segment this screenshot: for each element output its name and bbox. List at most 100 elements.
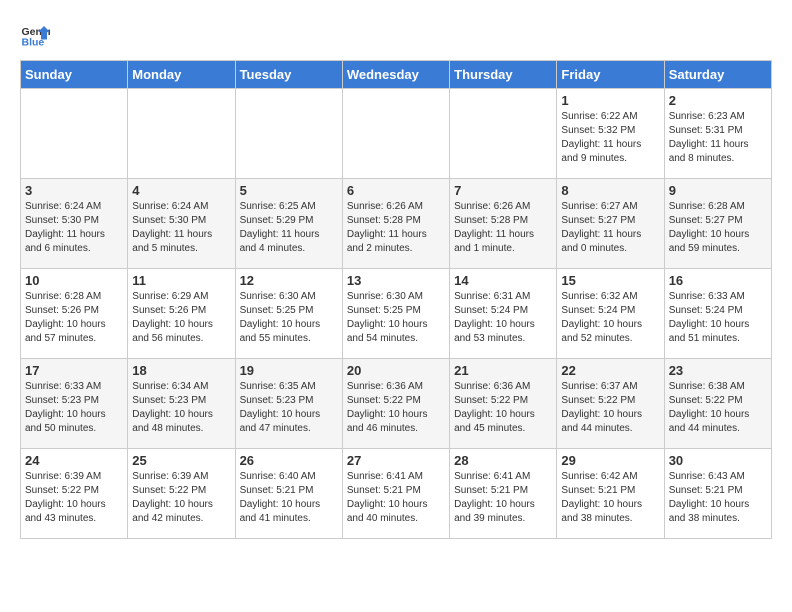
cell-details: Sunrise: 6:30 AM Sunset: 5:25 PM Dayligh… [240,290,338,346]
calendar-week-row: 17 Sunrise: 6:33 AM Sunset: 5:23 PM Dayli… [21,359,772,449]
cell-details: Sunrise: 6:23 AM Sunset: 5:31 PM Dayligh… [669,110,767,166]
day-number: 11 [132,273,230,288]
calendar-cell: 20Sunrise: 6:36 AM Sunset: 5:22 PM Dayli… [342,359,449,449]
calendar-cell: 8Sunrise: 6:27 AM Sunset: 5:27 PM Daylig… [557,179,664,269]
calendar-cell [450,89,557,179]
day-number: 17 [25,363,123,378]
header-friday: Friday [557,61,664,89]
day-number: 5 [240,183,338,198]
day-number: 29 [561,453,659,468]
calendar-cell: 28Sunrise: 6:41 AM Sunset: 5:21 PM Dayli… [450,449,557,539]
day-number: 22 [561,363,659,378]
calendar-week-row: 10 Sunrise: 6:28 AM Sunset: 5:26 PM Dayli… [21,269,772,359]
calendar-cell [235,89,342,179]
day-number: 1 [561,93,659,108]
calendar-cell: 17 Sunrise: 6:33 AM Sunset: 5:23 PM Dayli… [21,359,128,449]
header-wednesday: Wednesday [342,61,449,89]
cell-details: Sunrise: 6:31 AM Sunset: 5:24 PM Dayligh… [454,290,552,346]
cell-details: Sunrise: 6:40 AM Sunset: 5:21 PM Dayligh… [240,470,338,526]
header-saturday: Saturday [664,61,771,89]
cell-details: Sunrise: 6:28 AM Sunset: 5:26 PM Dayligh… [25,290,123,346]
svg-text:Blue: Blue [22,37,45,49]
calendar-cell: 29 Sunrise: 6:42 AM Sunset: 5:21 PM Dayli… [557,449,664,539]
calendar-cell: 27 Sunrise: 6:41 AM Sunset: 5:21 PM Dayli… [342,449,449,539]
calendar-cell: 23 Sunrise: 6:38 AM Sunset: 5:22 PM Dayli… [664,359,771,449]
cell-details: Sunrise: 6:34 AM Sunset: 5:23 PM Dayligh… [132,380,230,436]
logo: General Blue [20,20,50,50]
day-number: 23 [669,363,767,378]
calendar-cell: 14 Sunrise: 6:31 AM Sunset: 5:24 PM Dayli… [450,269,557,359]
calendar-cell: 10 Sunrise: 6:28 AM Sunset: 5:26 PM Dayli… [21,269,128,359]
calendar-cell: 1 Sunrise: 6:22 AM Sunset: 5:32 PM Daylig… [557,89,664,179]
day-number: 13 [347,273,445,288]
day-number: 26 [240,453,338,468]
cell-details: Sunrise: 6:33 AM Sunset: 5:23 PM Dayligh… [25,380,123,436]
day-number: 10 [25,273,123,288]
day-number: 12 [240,273,338,288]
cell-details: Sunrise: 6:26 AM Sunset: 5:28 PM Dayligh… [347,200,445,256]
cell-details: Sunrise: 6:32 AM Sunset: 5:24 PM Dayligh… [561,290,659,346]
cell-details: Sunrise: 6:33 AM Sunset: 5:24 PM Dayligh… [669,290,767,346]
calendar-cell [21,89,128,179]
calendar-cell: 12 Sunrise: 6:30 AM Sunset: 5:25 PM Dayli… [235,269,342,359]
day-number: 19 [240,363,338,378]
calendar-cell: 13 Sunrise: 6:30 AM Sunset: 5:25 PM Dayli… [342,269,449,359]
day-number: 30 [669,453,767,468]
day-number: 6 [347,183,445,198]
day-number: 16 [669,273,767,288]
day-number: 28 [454,453,552,468]
calendar-table: SundayMondayTuesdayWednesdayThursdayFrid… [20,60,772,539]
day-number: 4 [132,183,230,198]
day-number: 25 [132,453,230,468]
calendar-cell: 22Sunrise: 6:37 AM Sunset: 5:22 PM Dayli… [557,359,664,449]
day-number: 15 [561,273,659,288]
cell-details: Sunrise: 6:35 AM Sunset: 5:23 PM Dayligh… [240,380,338,436]
calendar-week-row: 3Sunrise: 6:24 AM Sunset: 5:30 PM Daylig… [21,179,772,269]
cell-details: Sunrise: 6:29 AM Sunset: 5:26 PM Dayligh… [132,290,230,346]
logo-icon: General Blue [20,20,50,50]
calendar-cell: 15 Sunrise: 6:32 AM Sunset: 5:24 PM Dayli… [557,269,664,359]
calendar-cell: 6 Sunrise: 6:26 AM Sunset: 5:28 PM Daylig… [342,179,449,269]
day-number: 20 [347,363,445,378]
calendar-cell: 25 Sunrise: 6:39 AM Sunset: 5:22 PM Dayli… [128,449,235,539]
calendar-cell [342,89,449,179]
cell-details: Sunrise: 6:39 AM Sunset: 5:22 PM Dayligh… [132,470,230,526]
cell-details: Sunrise: 6:27 AM Sunset: 5:27 PM Dayligh… [561,200,659,256]
calendar-cell: 18 Sunrise: 6:34 AM Sunset: 5:23 PM Dayli… [128,359,235,449]
day-number: 2 [669,93,767,108]
day-number: 21 [454,363,552,378]
calendar-cell: 11 Sunrise: 6:29 AM Sunset: 5:26 PM Dayli… [128,269,235,359]
day-number: 7 [454,183,552,198]
day-number: 27 [347,453,445,468]
calendar-cell: 9 Sunrise: 6:28 AM Sunset: 5:27 PM Daylig… [664,179,771,269]
header-sunday: Sunday [21,61,128,89]
header-tuesday: Tuesday [235,61,342,89]
calendar-cell: 24Sunrise: 6:39 AM Sunset: 5:22 PM Dayli… [21,449,128,539]
cell-details: Sunrise: 6:22 AM Sunset: 5:32 PM Dayligh… [561,110,659,166]
cell-details: Sunrise: 6:26 AM Sunset: 5:28 PM Dayligh… [454,200,552,256]
cell-details: Sunrise: 6:39 AM Sunset: 5:22 PM Dayligh… [25,470,123,526]
cell-details: Sunrise: 6:24 AM Sunset: 5:30 PM Dayligh… [132,200,230,256]
day-number: 14 [454,273,552,288]
cell-details: Sunrise: 6:30 AM Sunset: 5:25 PM Dayligh… [347,290,445,346]
page-header: General Blue [20,20,772,50]
calendar-week-row: 1 Sunrise: 6:22 AM Sunset: 5:32 PM Daylig… [21,89,772,179]
cell-details: Sunrise: 6:38 AM Sunset: 5:22 PM Dayligh… [669,380,767,436]
day-number: 9 [669,183,767,198]
calendar-cell: 3Sunrise: 6:24 AM Sunset: 5:30 PM Daylig… [21,179,128,269]
calendar-header-row: SundayMondayTuesdayWednesdayThursdayFrid… [21,61,772,89]
cell-details: Sunrise: 6:43 AM Sunset: 5:21 PM Dayligh… [669,470,767,526]
cell-details: Sunrise: 6:41 AM Sunset: 5:21 PM Dayligh… [347,470,445,526]
cell-details: Sunrise: 6:28 AM Sunset: 5:27 PM Dayligh… [669,200,767,256]
calendar-cell: 16 Sunrise: 6:33 AM Sunset: 5:24 PM Dayli… [664,269,771,359]
calendar-cell: 21 Sunrise: 6:36 AM Sunset: 5:22 PM Dayli… [450,359,557,449]
cell-details: Sunrise: 6:24 AM Sunset: 5:30 PM Dayligh… [25,200,123,256]
calendar-cell: 2 Sunrise: 6:23 AM Sunset: 5:31 PM Daylig… [664,89,771,179]
cell-details: Sunrise: 6:42 AM Sunset: 5:21 PM Dayligh… [561,470,659,526]
calendar-cell: 26 Sunrise: 6:40 AM Sunset: 5:21 PM Dayli… [235,449,342,539]
cell-details: Sunrise: 6:36 AM Sunset: 5:22 PM Dayligh… [454,380,552,436]
day-number: 18 [132,363,230,378]
calendar-cell: 19 Sunrise: 6:35 AM Sunset: 5:23 PM Dayli… [235,359,342,449]
calendar-cell: 30 Sunrise: 6:43 AM Sunset: 5:21 PM Dayli… [664,449,771,539]
calendar-cell: 4 Sunrise: 6:24 AM Sunset: 5:30 PM Daylig… [128,179,235,269]
